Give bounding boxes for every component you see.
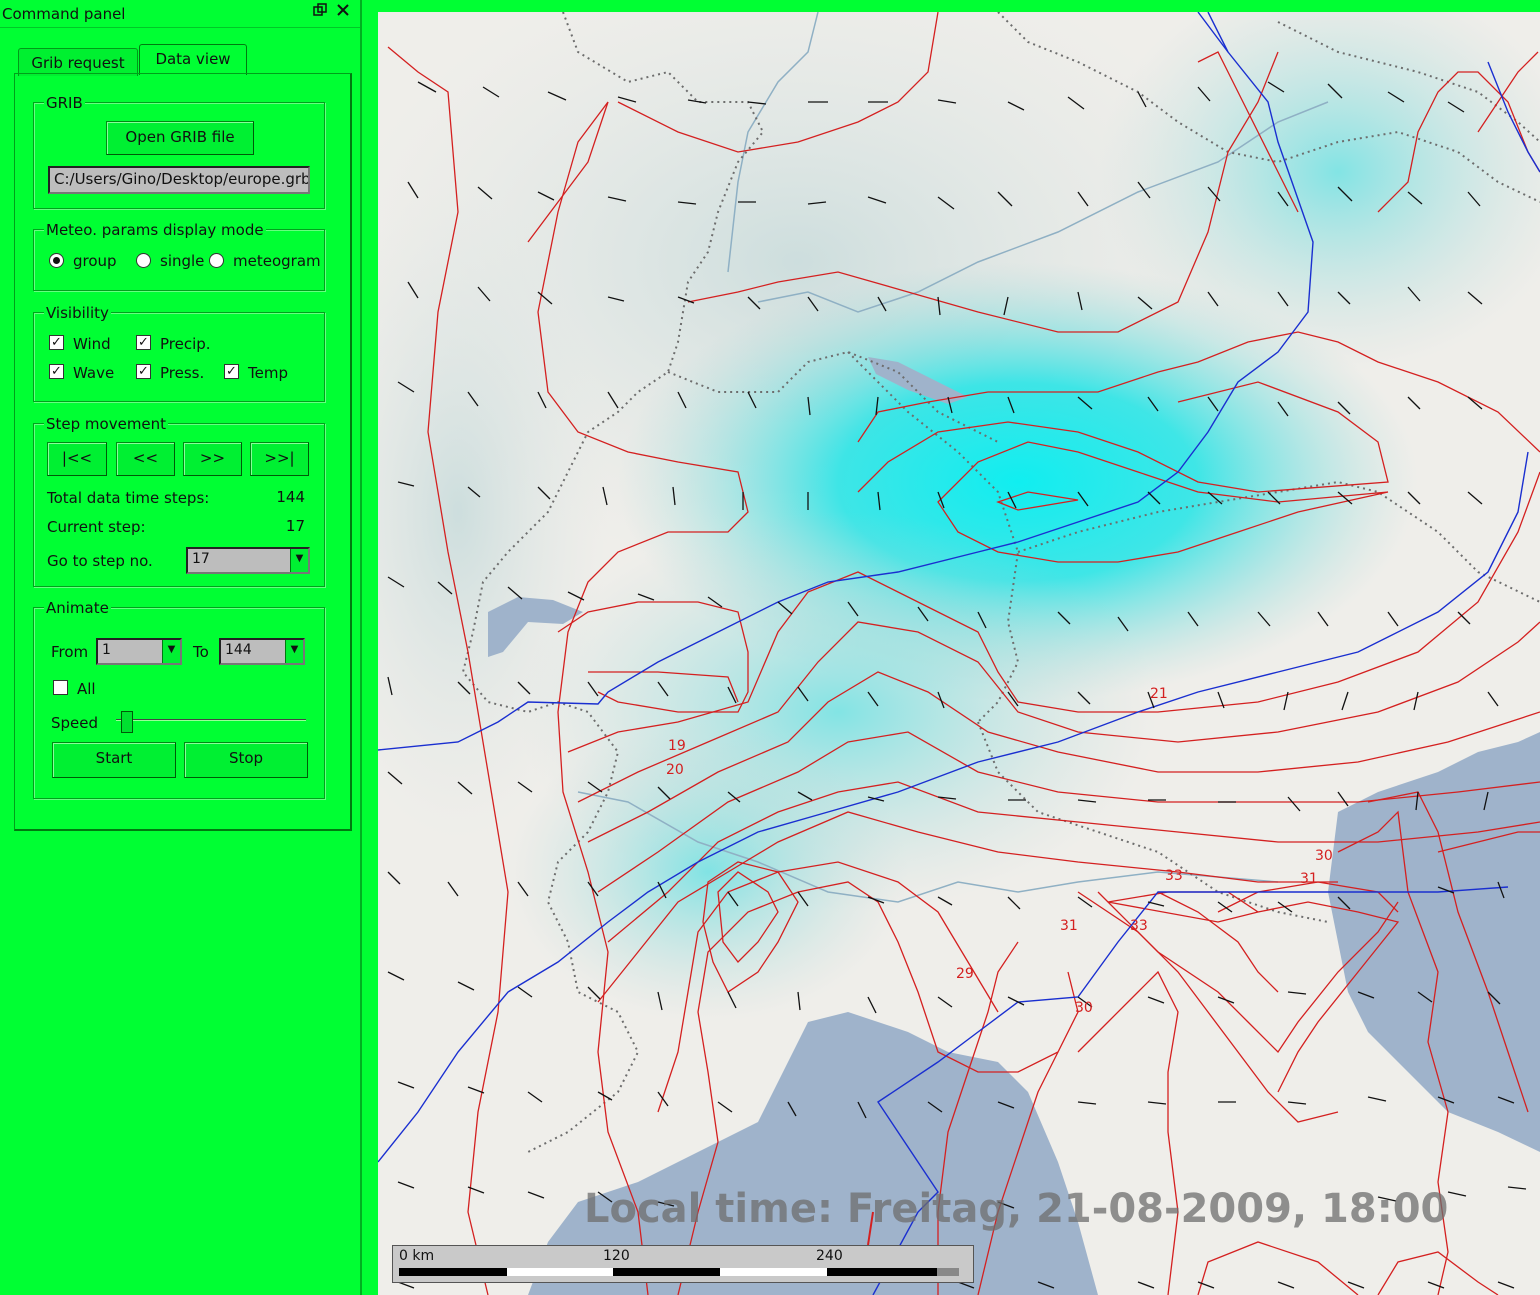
- to-step-value: 144: [225, 642, 252, 658]
- contour-label: 20: [666, 762, 684, 778]
- chevron-down-icon[interactable]: ▼: [162, 640, 180, 663]
- first-step-button[interactable]: |<<: [47, 442, 107, 476]
- precip-checkbox[interactable]: ✓: [136, 335, 151, 350]
- open-grib-button[interactable]: Open GRIB file: [106, 121, 254, 155]
- panel-title: Command panel: [2, 5, 126, 23]
- contour-label: 31: [1300, 871, 1318, 887]
- total-steps-value: 144: [276, 488, 305, 506]
- speed-slider-track[interactable]: [116, 719, 306, 721]
- float-window-icon[interactable]: [313, 3, 329, 21]
- press-checkbox[interactable]: ✓: [136, 364, 151, 379]
- group-title: Animate: [44, 599, 111, 617]
- tab-label: Grib request: [31, 54, 125, 72]
- scale-segment: [937, 1268, 959, 1276]
- grib-file-path-field[interactable]: C:/Users/Gino/Desktop/europe.grb: [48, 166, 310, 194]
- precip-label: Precip.: [160, 335, 211, 353]
- all-label: All: [77, 680, 96, 698]
- speed-slider-handle[interactable]: [121, 711, 134, 733]
- from-step-value: 1: [102, 642, 111, 658]
- tab-data-view[interactable]: Data view: [139, 44, 247, 75]
- start-button[interactable]: Start: [52, 742, 176, 778]
- total-steps-label: Total data time steps:: [47, 489, 210, 507]
- scale-label-240: 240: [816, 1248, 843, 1264]
- chevron-down-icon[interactable]: ▼: [285, 640, 303, 663]
- scale-segment: [507, 1268, 613, 1276]
- speed-label: Speed: [51, 714, 99, 732]
- wave-checkbox[interactable]: ✓: [49, 364, 64, 379]
- tab-grib-request[interactable]: Grib request: [18, 48, 138, 76]
- map-canvas: 19 20 21 29 30 30 31 31 33 33: [378, 12, 1540, 1295]
- chevron-down-icon[interactable]: ▼: [290, 549, 308, 572]
- map-scale-bar: 0 km 120 240: [392, 1245, 974, 1283]
- to-label: To: [193, 643, 209, 661]
- scale-label-0: 0 km: [399, 1248, 435, 1264]
- next-step-button[interactable]: >>: [183, 442, 242, 476]
- command-panel: Command panel Grib request Data view GRI…: [0, 0, 362, 1295]
- radio-single[interactable]: [136, 253, 151, 268]
- goto-step-label: Go to step no.: [47, 552, 153, 570]
- visibility-group: Visibility: [33, 304, 325, 402]
- from-label: From: [51, 643, 89, 661]
- group-title: Visibility: [44, 304, 111, 322]
- current-step-label: Current step:: [47, 518, 146, 536]
- all-checkbox[interactable]: [53, 680, 68, 695]
- to-step-combo[interactable]: 144 ▼: [219, 638, 305, 665]
- scale-segment: [399, 1268, 507, 1276]
- group-title: Step movement: [44, 415, 169, 433]
- contour-label: 33: [1130, 918, 1148, 934]
- contour-label: 33: [1165, 868, 1183, 884]
- radio-meteogram[interactable]: [209, 253, 224, 268]
- dock-splitter[interactable]: [360, 0, 378, 1295]
- panel-titlebar: Command panel: [0, 0, 360, 28]
- from-step-combo[interactable]: 1 ▼: [96, 638, 182, 665]
- contour-label: 29: [956, 966, 974, 982]
- contour-label: 30: [1075, 1000, 1093, 1016]
- radio-group[interactable]: [49, 253, 64, 268]
- group-title: Meteo. params display mode: [44, 221, 266, 239]
- contour-label: 19: [668, 738, 686, 754]
- current-step-value: 17: [285, 517, 305, 535]
- goto-step-value: 17: [192, 551, 210, 567]
- contour-label: 30: [1315, 848, 1333, 864]
- wind-label: Wind: [73, 335, 111, 353]
- scale-segment: [613, 1268, 720, 1276]
- radio-label-single: single: [160, 252, 205, 270]
- temp-label: Temp: [248, 364, 288, 382]
- contour-label: 21: [1150, 686, 1168, 702]
- wave-label: Wave: [73, 364, 115, 382]
- close-icon[interactable]: [336, 1, 352, 21]
- radio-label-group: group: [73, 252, 117, 270]
- goto-step-combo[interactable]: 17 ▼: [186, 547, 310, 574]
- tab-label: Data view: [155, 50, 231, 68]
- weather-map[interactable]: 19 20 21 29 30 30 31 31 33 33 Local time…: [378, 12, 1540, 1295]
- local-time-overlay: Local time: Freitag, 21-08-2009, 18:00: [584, 1186, 1449, 1232]
- scale-label-120: 120: [603, 1248, 630, 1264]
- scale-segment: [827, 1268, 937, 1276]
- group-title: GRIB: [44, 94, 85, 112]
- prev-step-button[interactable]: <<: [116, 442, 175, 476]
- press-label: Press.: [160, 364, 205, 382]
- scale-segment: [720, 1268, 827, 1276]
- radio-label-meteogram: meteogram: [233, 252, 321, 270]
- contour-label: 31: [1060, 918, 1078, 934]
- wind-checkbox[interactable]: ✓: [49, 335, 64, 350]
- stop-button[interactable]: Stop: [184, 742, 308, 778]
- temp-checkbox[interactable]: ✓: [224, 364, 239, 379]
- last-step-button[interactable]: >>|: [250, 442, 309, 476]
